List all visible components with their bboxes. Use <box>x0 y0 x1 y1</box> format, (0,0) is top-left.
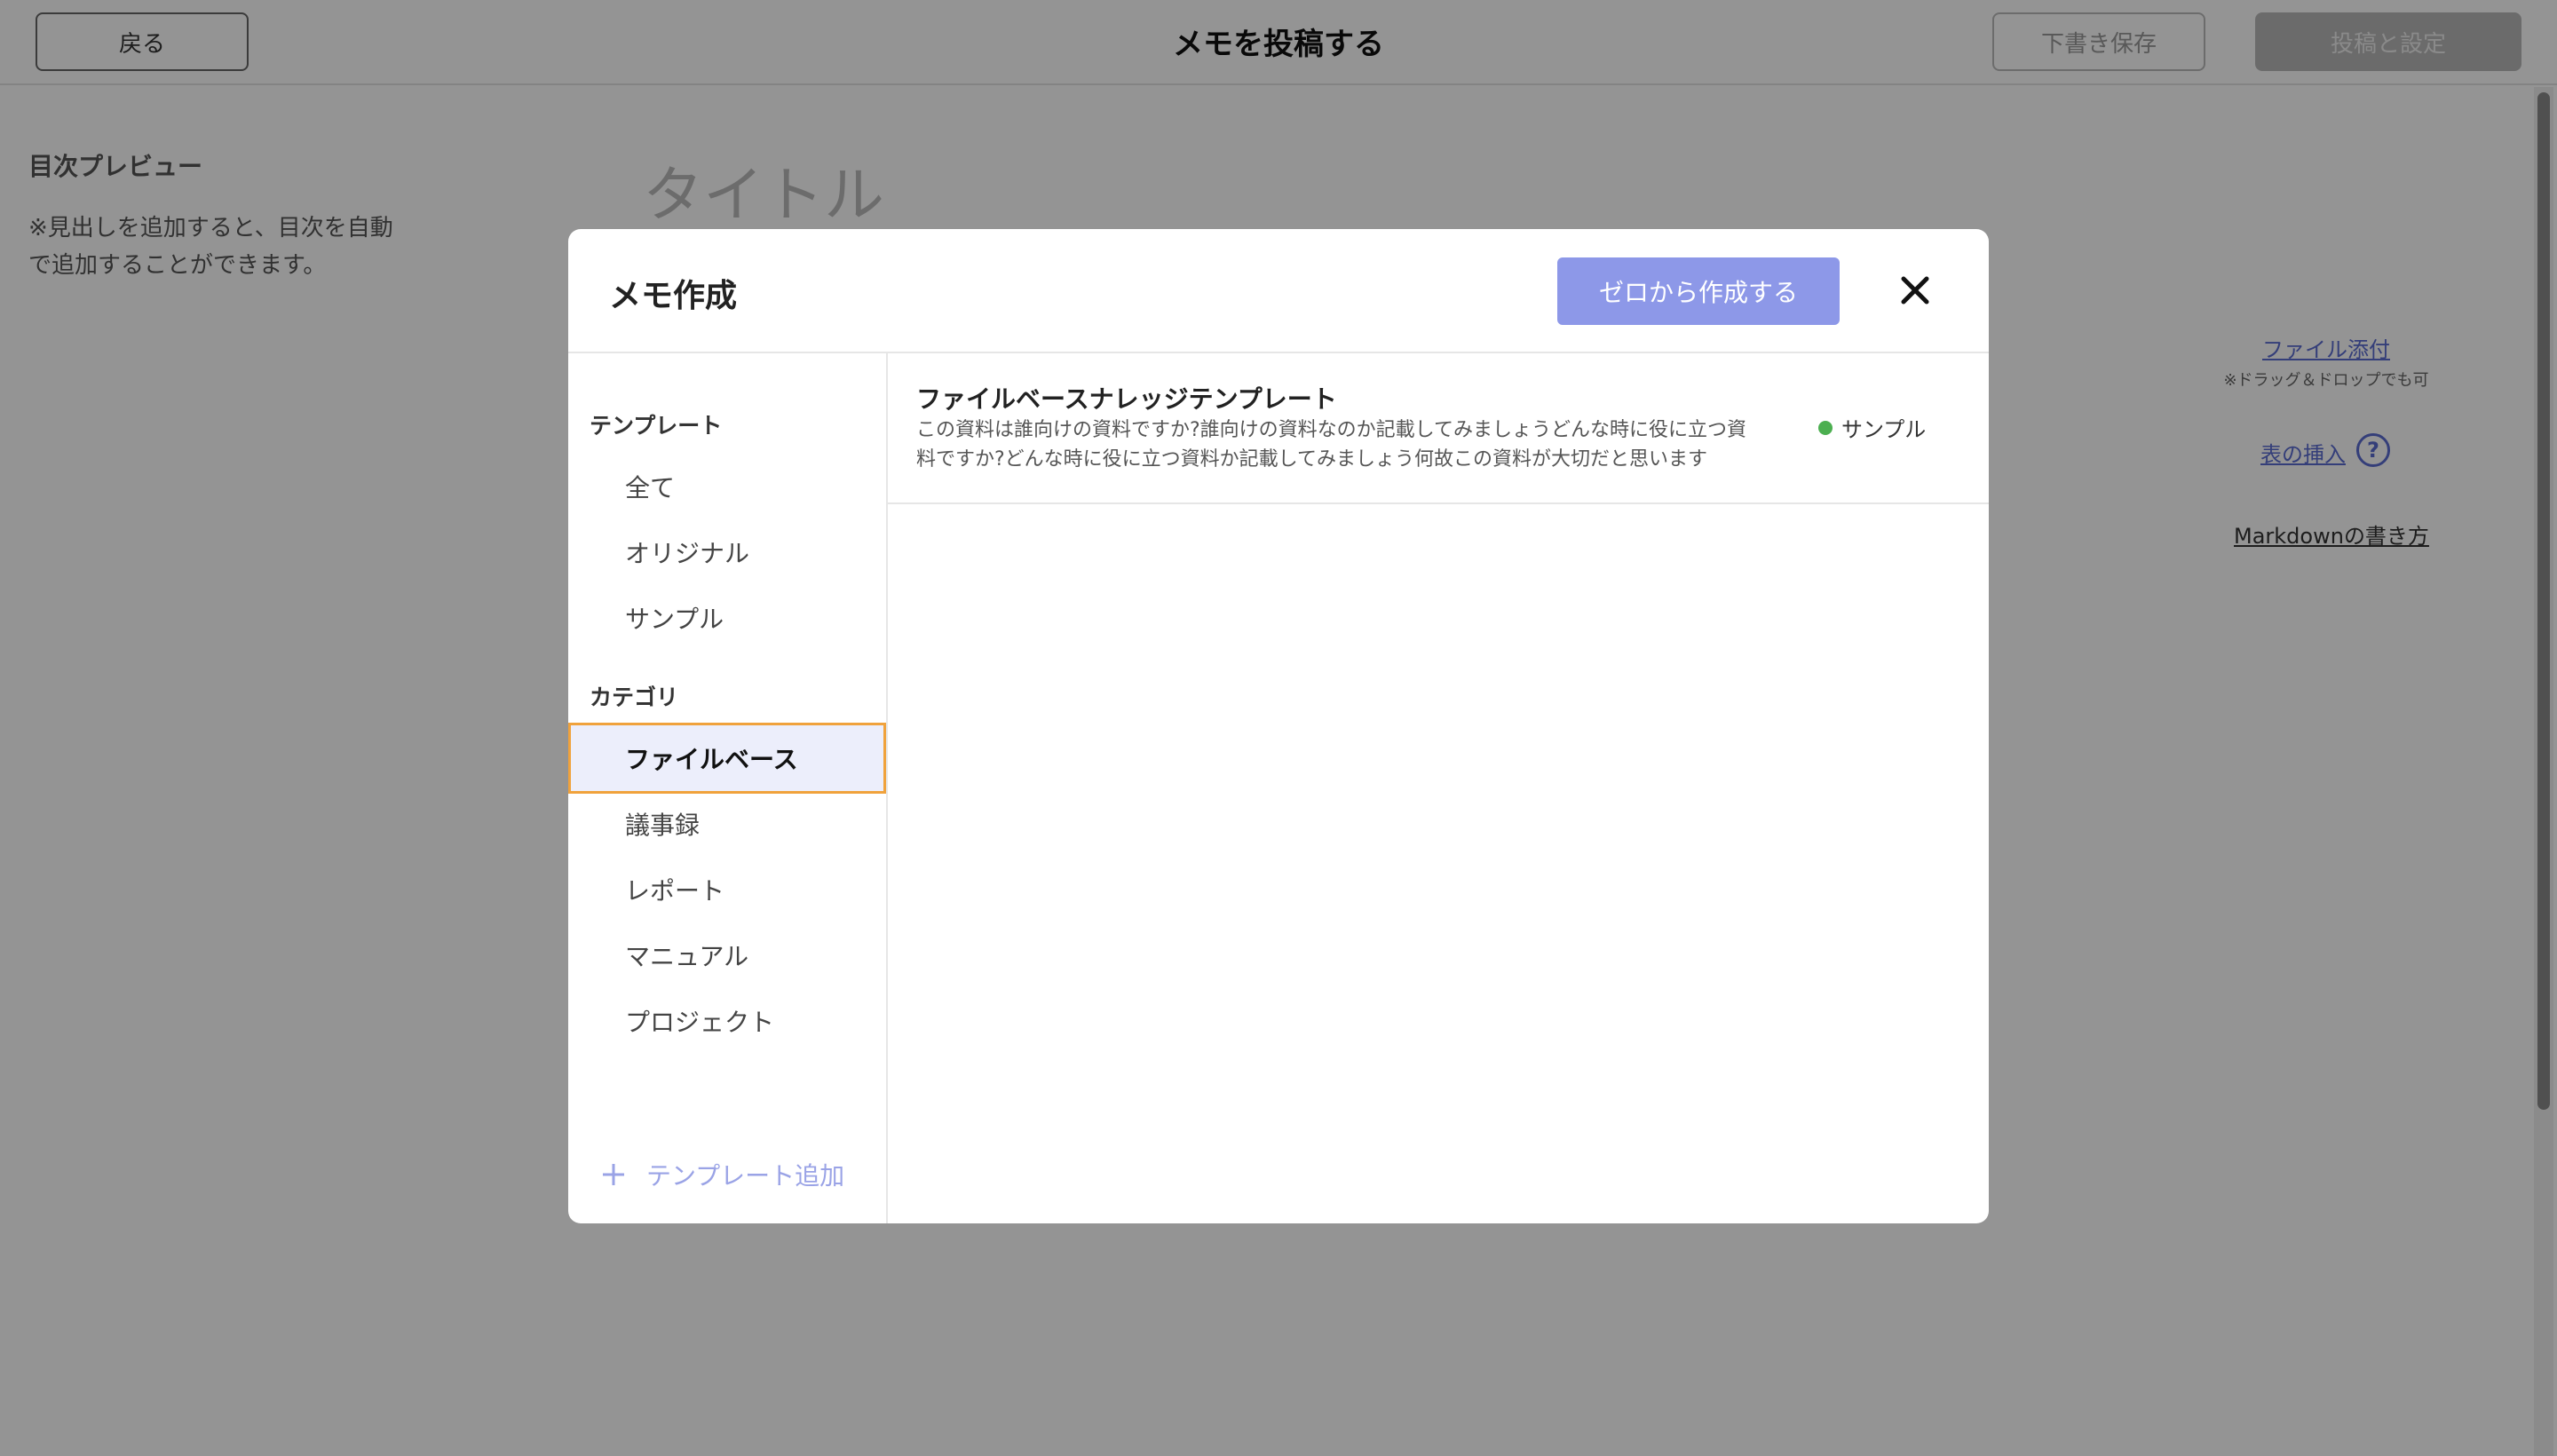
sidebar-item-manual[interactable]: マニュアル <box>568 920 886 991</box>
template-sidebar: テンプレート 全て オリジナル サンプル カテゴリ ファイルベース 議事録 レポ… <box>568 353 888 1223</box>
add-template-button[interactable]: テンプレート追加 <box>600 1157 844 1192</box>
sidebar-item-minutes[interactable]: 議事録 <box>568 788 886 859</box>
create-from-scratch-button[interactable]: ゼロから作成する <box>1557 257 1840 325</box>
sidebar-item-report[interactable]: レポート <box>568 854 886 925</box>
sidebar-item-original[interactable]: オリジナル <box>568 517 886 588</box>
plus-icon <box>603 1164 624 1185</box>
page: 戻る メモを投稿する 下書き保存 投稿と設定 目次プレビュー ※見出しを追加する… <box>0 0 2557 1456</box>
category-section-label: カテゴリ <box>590 684 679 710</box>
status-dot-icon <box>1818 420 1833 435</box>
template-section-label: テンプレート <box>590 413 723 439</box>
template-badge: サンプル <box>1818 412 1926 443</box>
sidebar-item-sample[interactable]: サンプル <box>568 582 886 653</box>
sidebar-item-file-base[interactable]: ファイルベース <box>568 723 886 794</box>
modal-title: メモ作成 <box>609 278 738 314</box>
sidebar-item-project[interactable]: プロジェクト <box>568 985 886 1056</box>
close-icon[interactable] <box>1895 270 1936 311</box>
modal-header: メモ作成 ゼロから作成する <box>568 229 1989 353</box>
add-template-label: テンプレート追加 <box>646 1161 845 1191</box>
template-row[interactable]: ファイルベースナレッジテンプレート この資料は誰向けの資料ですか?誰向けの資料な… <box>888 353 1989 504</box>
template-description: この資料は誰向けの資料ですか?誰向けの資料なのか記載してみましょうどんな時に役に… <box>916 419 1747 471</box>
template-name: ファイルベースナレッジテンプレート <box>916 384 1337 414</box>
template-badge-label: サンプル <box>1841 417 1927 442</box>
template-list: ファイルベースナレッジテンプレート この資料は誰向けの資料ですか?誰向けの資料な… <box>888 353 1989 1223</box>
memo-create-modal: メモ作成 ゼロから作成する テンプレート 全て オリジナル サンプル カテゴリ … <box>568 229 1989 1223</box>
sidebar-item-all[interactable]: 全て <box>568 451 886 522</box>
